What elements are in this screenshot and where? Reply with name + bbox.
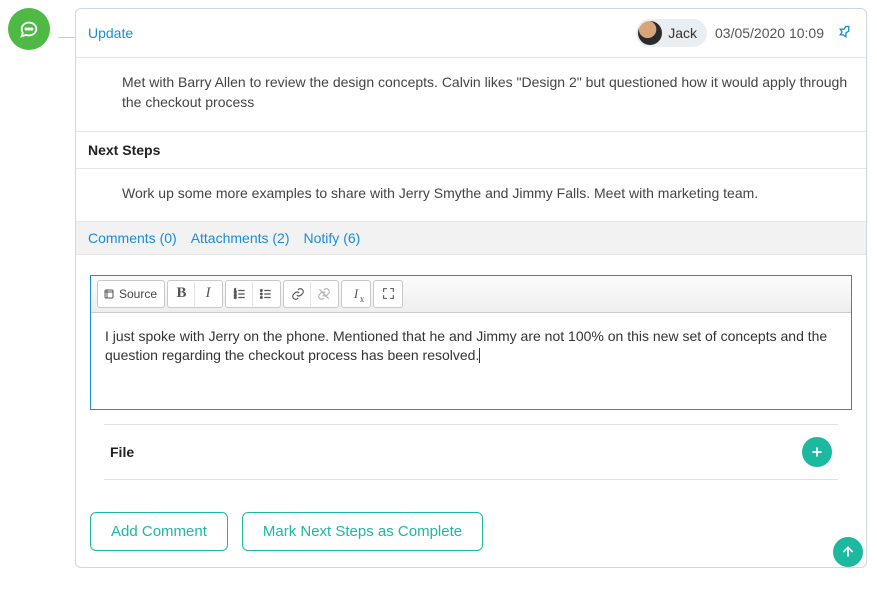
avatar — [638, 21, 662, 45]
activity-card: Update Jack 03/05/2020 10:09 Met with Ba… — [75, 8, 867, 568]
tabs-row: Comments (0) Attachments (2) Notify (6) — [76, 221, 866, 255]
user-name: Jack — [668, 25, 697, 41]
file-section: File — [104, 424, 838, 480]
add-file-button[interactable] — [802, 437, 832, 467]
timeline-chat-icon — [8, 8, 50, 50]
add-comment-button[interactable]: Add Comment — [90, 512, 228, 551]
tab-attachments[interactable]: Attachments (2) — [191, 230, 290, 246]
editor-text: I just spoke with Jerry on the phone. Me… — [105, 328, 827, 363]
next-steps-heading: Next Steps — [76, 131, 866, 169]
editor-textarea[interactable]: I just spoke with Jerry on the phone. Me… — [91, 313, 851, 409]
svg-text:3: 3 — [234, 295, 237, 300]
ordered-list-button[interactable]: 123 — [227, 282, 253, 306]
clear-format-button[interactable]: Ix — [343, 282, 369, 306]
file-label: File — [110, 444, 134, 460]
source-button[interactable]: Source — [99, 282, 163, 306]
update-link[interactable]: Update — [88, 25, 133, 41]
next-steps-body: Work up some more examples to share with… — [76, 169, 866, 221]
user-chip[interactable]: Jack — [636, 19, 707, 47]
update-body: Met with Barry Allen to review the desig… — [76, 58, 866, 131]
mark-complete-button[interactable]: Mark Next Steps as Complete — [242, 512, 483, 551]
editor-toolbar: Source B I 123 — [91, 276, 851, 313]
actions-row: Add Comment Mark Next Steps as Complete — [76, 508, 866, 567]
tab-comments[interactable]: Comments (0) — [88, 230, 177, 246]
maximize-button[interactable] — [375, 282, 401, 306]
text-caret — [479, 348, 480, 363]
scroll-top-button[interactable] — [833, 537, 863, 567]
timestamp: 03/05/2020 10:09 — [715, 25, 824, 41]
card-header: Update Jack 03/05/2020 10:09 — [76, 9, 866, 58]
rich-text-editor: Source B I 123 — [90, 275, 852, 410]
italic-button[interactable]: I — [195, 282, 221, 306]
pin-icon[interactable] — [834, 23, 854, 43]
unordered-list-button[interactable] — [253, 282, 279, 306]
tab-notify[interactable]: Notify (6) — [304, 230, 361, 246]
link-button[interactable] — [285, 282, 311, 306]
editor-wrap: Source B I 123 — [76, 255, 866, 508]
bold-button[interactable]: B — [169, 282, 195, 306]
source-label: Source — [119, 287, 157, 301]
unlink-button[interactable] — [311, 282, 337, 306]
